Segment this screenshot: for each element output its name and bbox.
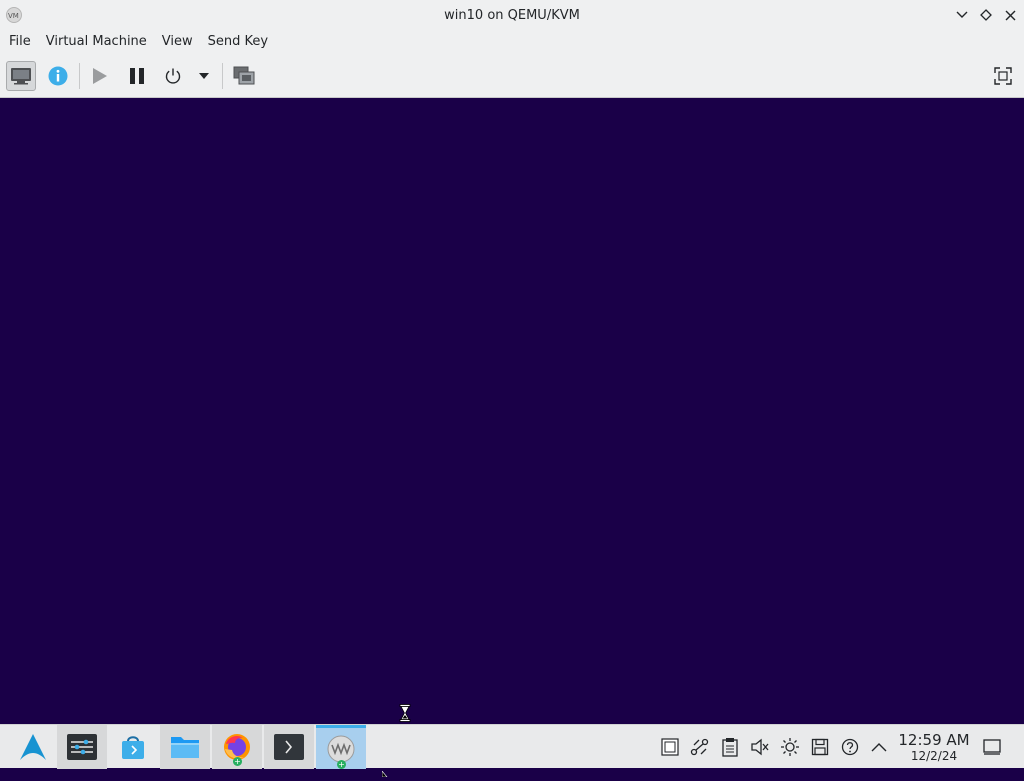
application-launcher-icon	[20, 734, 46, 760]
menu-bar: File Virtual Machine View Send Key	[0, 30, 1024, 54]
folder-icon	[171, 737, 199, 758]
task-virt-manager[interactable]: +	[316, 725, 366, 769]
virt-manager-icon	[327, 735, 355, 762]
application-launcher-button[interactable]	[8, 725, 58, 769]
clock-date: 12/2/24	[910, 749, 958, 763]
chevron-down-icon	[199, 73, 209, 79]
snapshots-button[interactable]	[229, 61, 259, 91]
menu-file[interactable]: File	[3, 30, 37, 54]
storage-icon	[811, 738, 829, 756]
virt-manager-icon: VM	[6, 7, 22, 23]
task-terminal[interactable]	[264, 725, 314, 769]
close-button[interactable]	[1000, 5, 1020, 25]
storage-button[interactable]	[809, 736, 831, 758]
fullscreen-icon	[994, 67, 1012, 85]
run-button[interactable]	[85, 61, 115, 91]
show-desktop-icon	[983, 739, 1001, 755]
settings-sliders-icon	[67, 734, 97, 760]
info-icon	[48, 66, 68, 86]
shutdown-menu-button[interactable]	[190, 61, 218, 91]
menu-view[interactable]: View	[156, 30, 199, 54]
minimize-button[interactable]	[952, 5, 972, 25]
console-button[interactable]	[6, 61, 36, 91]
pause-icon	[130, 68, 144, 84]
power-icon	[165, 68, 181, 84]
menu-virtual-machine[interactable]: Virtual Machine	[40, 30, 153, 54]
maximize-button[interactable]	[976, 5, 996, 25]
toolbar	[0, 54, 1024, 98]
menu-send-key[interactable]: Send Key	[202, 30, 274, 54]
terminal-icon	[274, 734, 304, 760]
tray-expand-button[interactable]	[868, 736, 890, 758]
brightness-icon	[781, 738, 799, 756]
fullscreen-button[interactable]	[988, 61, 1018, 91]
network-button[interactable]	[689, 736, 711, 758]
monitor-icon	[11, 68, 31, 85]
shutdown-button[interactable]	[158, 61, 188, 91]
clock-time: 12:59 AM	[898, 731, 970, 749]
digital-clock[interactable]: 12:59 AM 12/2/24	[896, 731, 972, 765]
details-button[interactable]	[43, 61, 73, 91]
brightness-button[interactable]	[779, 736, 801, 758]
notes-button[interactable]	[719, 736, 741, 758]
network-icon	[690, 738, 709, 756]
help-icon	[841, 738, 859, 756]
clipboard-icon	[661, 738, 679, 756]
volume-muted-icon	[751, 738, 769, 756]
window-titlebar[interactable]: VM win10 on QEMU/KVM	[0, 0, 1024, 30]
running-indicator: +	[233, 757, 242, 766]
svg-text:VM: VM	[8, 12, 19, 19]
help-button[interactable]	[839, 736, 861, 758]
expand-up-icon	[871, 743, 887, 752]
taskbar: + + 12:59 AM 12/2/24	[0, 724, 1024, 769]
task-firefox[interactable]: +	[212, 725, 262, 769]
pause-button[interactable]	[122, 61, 152, 91]
play-icon	[93, 68, 107, 84]
task-system-settings[interactable]	[57, 725, 107, 769]
show-desktop-button[interactable]	[981, 736, 1003, 758]
notes-icon	[722, 738, 738, 757]
mouse-cursor-icon	[381, 762, 390, 778]
vm-display[interactable]	[0, 98, 1024, 724]
snapshot-icon	[233, 66, 255, 85]
task-discover[interactable]	[108, 725, 158, 769]
task-file-manager[interactable]	[160, 725, 210, 769]
window-title: win10 on QEMU/KVM	[444, 7, 580, 23]
hourglass-icon	[399, 704, 411, 722]
clipboard-button[interactable]	[659, 736, 681, 758]
store-bag-icon	[122, 736, 144, 759]
volume-button[interactable]	[749, 736, 771, 758]
